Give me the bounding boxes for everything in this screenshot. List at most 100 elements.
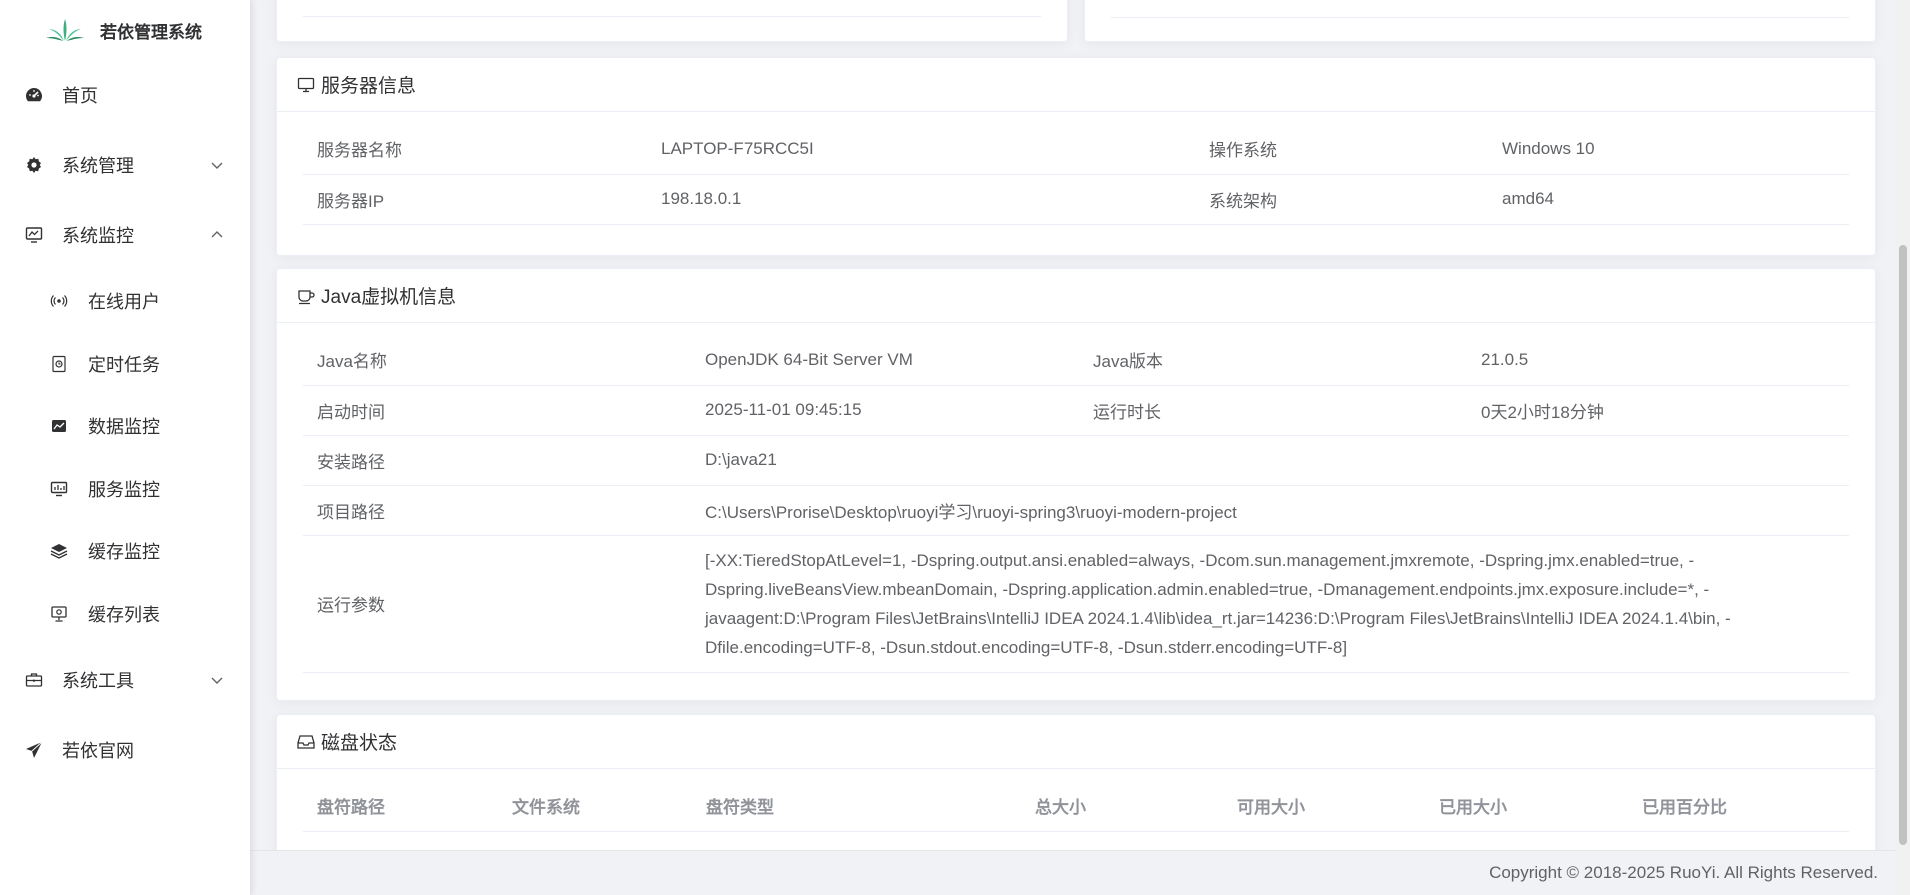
sidebar-item-label: 在线用户 bbox=[88, 292, 160, 313]
cpu-card-partial bbox=[276, 0, 1068, 42]
sidebar-item-online-users[interactable]: 在线用户 bbox=[0, 270, 250, 333]
main-content: 服务器信息 服务器名称 LAPTOP-F75RCC5I 操作系统 Windows… bbox=[250, 0, 1910, 895]
column-header: 文件系统 bbox=[498, 781, 692, 832]
sidebar-item-server-monitor[interactable]: 服务监控 bbox=[0, 458, 250, 521]
table-key: 服务器名称 bbox=[303, 124, 647, 175]
column-header: 已用大小 bbox=[1425, 781, 1628, 832]
card-header: 服务器信息 bbox=[277, 58, 1875, 112]
druid-icon bbox=[50, 417, 68, 435]
table-row: Java名称 OpenJDK 64-Bit Server VM Java版本 2… bbox=[303, 335, 1849, 386]
table-value: LAPTOP-F75RCC5I bbox=[647, 124, 1195, 175]
sidebar-item-cache-list[interactable]: 缓存列表 bbox=[0, 583, 250, 646]
sidebar-item-monitor[interactable]: 系统监控 bbox=[0, 200, 250, 270]
redis-list-icon bbox=[50, 605, 68, 623]
card-body: 盘符路径 文件系统 盘符类型 总大小 可用大小 已用大小 已用百分比 bbox=[277, 769, 1875, 832]
card-body: Java名称 OpenJDK 64-Bit Server VM Java版本 2… bbox=[277, 323, 1875, 673]
table-key: 系统架构 bbox=[1195, 174, 1488, 225]
scrollbar-thumb[interactable] bbox=[1899, 245, 1907, 845]
sidebar-item-label: 定时任务 bbox=[88, 354, 160, 375]
sidebar-item-label: 系统管理 bbox=[62, 156, 134, 176]
table-row: 项目路径 C:\Users\Prorise\Desktop\ruoyi学习\ru… bbox=[303, 485, 1849, 536]
card-header: 磁盘状态 bbox=[277, 715, 1875, 769]
table-key: Java名称 bbox=[303, 335, 691, 386]
sidebar-menu: 首页 系统管理 系统监控 在线用户 定时任务 数据监控 服务监控 缓存监控 缓存… bbox=[0, 60, 250, 785]
logo-icon bbox=[46, 17, 84, 43]
sidebar-item-jobs[interactable]: 定时任务 bbox=[0, 333, 250, 396]
table-row: 服务器名称 LAPTOP-F75RCC5I 操作系统 Windows 10 bbox=[303, 124, 1849, 175]
table-row: 运行参数 [-XX:TieredStopAtLevel=1, -Dspring.… bbox=[303, 535, 1849, 673]
disk-icon bbox=[297, 733, 315, 751]
table-key: 操作系统 bbox=[1195, 124, 1488, 175]
card-header: Java虚拟机信息 bbox=[277, 269, 1875, 323]
submenu-monitor: 在线用户 定时任务 数据监控 服务监控 缓存监控 缓存列表 bbox=[0, 270, 250, 645]
copyright-text: Copyright © 2018-2025 RuoYi. All Rights … bbox=[1489, 863, 1878, 882]
divider bbox=[1111, 17, 1849, 18]
jvm-info-table: Java名称 OpenJDK 64-Bit Server VM Java版本 2… bbox=[303, 335, 1849, 673]
job-icon bbox=[50, 355, 68, 373]
redis-icon bbox=[50, 542, 68, 560]
sidebar-item-label: 缓存监控 bbox=[88, 542, 160, 563]
table-row: 安装路径 D:\java21 bbox=[303, 435, 1849, 486]
gear-icon bbox=[24, 155, 44, 175]
chevron-down-icon bbox=[210, 673, 224, 687]
online-icon bbox=[50, 292, 68, 310]
table-row: 启动时间 2025-11-01 09:45:15 运行时长 0天2小时18分钟 bbox=[303, 385, 1849, 436]
sidebar-item-cache-monitor[interactable]: 缓存监控 bbox=[0, 520, 250, 583]
table-value: OpenJDK 64-Bit Server VM bbox=[691, 335, 1079, 386]
footer: Copyright © 2018-2025 RuoYi. All Rights … bbox=[250, 850, 1910, 895]
table-key: 启动时间 bbox=[303, 385, 691, 436]
chevron-up-icon bbox=[210, 228, 224, 242]
table-key: 项目路径 bbox=[303, 485, 691, 536]
table-key: 安装路径 bbox=[303, 435, 691, 486]
memory-card-partial bbox=[1084, 0, 1876, 42]
sidebar-item-label: 服务监控 bbox=[88, 479, 160, 500]
divider bbox=[303, 16, 1041, 17]
table-key: Java版本 bbox=[1079, 335, 1467, 386]
monitor-icon bbox=[24, 225, 44, 245]
sidebar-item-data-monitor[interactable]: 数据监控 bbox=[0, 395, 250, 458]
sidebar-item-label: 系统监控 bbox=[62, 226, 134, 246]
column-header: 可用大小 bbox=[1223, 781, 1425, 832]
column-header: 盘符路径 bbox=[303, 781, 498, 832]
sidebar-item-website[interactable]: 若依官网 bbox=[0, 715, 250, 785]
vertical-scrollbar[interactable] bbox=[1896, 0, 1910, 895]
sidebar-item-label: 若依官网 bbox=[62, 741, 134, 761]
table-value: D:\java21 bbox=[691, 435, 1849, 486]
jvm-info-card: Java虚拟机信息 Java名称 OpenJDK 64-Bit Server V… bbox=[276, 268, 1876, 701]
server-icon bbox=[50, 480, 68, 498]
sidebar-item-system[interactable]: 系统管理 bbox=[0, 130, 250, 200]
sidebar-item-home[interactable]: 首页 bbox=[0, 60, 250, 130]
chevron-down-icon bbox=[210, 158, 224, 172]
logo[interactable]: 若依管理系统 bbox=[0, 0, 250, 60]
column-header: 已用百分比 bbox=[1628, 781, 1849, 832]
column-header: 盘符类型 bbox=[692, 781, 1021, 832]
server-info-table: 服务器名称 LAPTOP-F75RCC5I 操作系统 Windows 10 服务… bbox=[303, 124, 1849, 225]
server-info-card: 服务器信息 服务器名称 LAPTOP-F75RCC5I 操作系统 Windows… bbox=[276, 57, 1876, 256]
card-body: 服务器名称 LAPTOP-F75RCC5I 操作系统 Windows 10 服务… bbox=[277, 112, 1875, 225]
table-value: C:\Users\Prorise\Desktop\ruoyi学习\ruoyi-s… bbox=[691, 485, 1849, 536]
monitor-icon bbox=[297, 76, 315, 94]
toolbox-icon bbox=[24, 670, 44, 690]
table-value: amd64 bbox=[1488, 174, 1849, 225]
app-title: 若依管理系统 bbox=[100, 22, 202, 42]
table-key: 服务器IP bbox=[303, 174, 647, 225]
card-title: 服务器信息 bbox=[321, 76, 417, 97]
table-header-row: 盘符路径 文件系统 盘符类型 总大小 可用大小 已用大小 已用百分比 bbox=[303, 781, 1849, 832]
sidebar: 若依管理系统 首页 系统管理 系统监控 在线用户 定时任务 数据监控 服务监控 … bbox=[0, 0, 250, 895]
table-key: 运行参数 bbox=[303, 535, 691, 673]
card-title: Java虚拟机信息 bbox=[321, 287, 457, 308]
app-root: 若依管理系统 首页 系统管理 系统监控 在线用户 定时任务 数据监控 服务监控 … bbox=[0, 0, 1910, 895]
coffee-cup-icon bbox=[297, 287, 315, 305]
sidebar-item-label: 数据监控 bbox=[88, 417, 160, 438]
table-value: Windows 10 bbox=[1488, 124, 1849, 175]
table-value: 198.18.0.1 bbox=[647, 174, 1195, 225]
dashboard-icon bbox=[24, 85, 44, 105]
send-icon bbox=[24, 740, 44, 760]
table-value: 2025-11-01 09:45:15 bbox=[691, 385, 1079, 436]
table-value: 21.0.5 bbox=[1467, 335, 1849, 386]
table-value: [-XX:TieredStopAtLevel=1, -Dspring.outpu… bbox=[691, 535, 1849, 673]
table-row: 服务器IP 198.18.0.1 系统架构 amd64 bbox=[303, 174, 1849, 225]
sidebar-item-label: 系统工具 bbox=[62, 671, 134, 691]
table-value: 0天2小时18分钟 bbox=[1467, 385, 1849, 436]
sidebar-item-tools[interactable]: 系统工具 bbox=[0, 645, 250, 715]
